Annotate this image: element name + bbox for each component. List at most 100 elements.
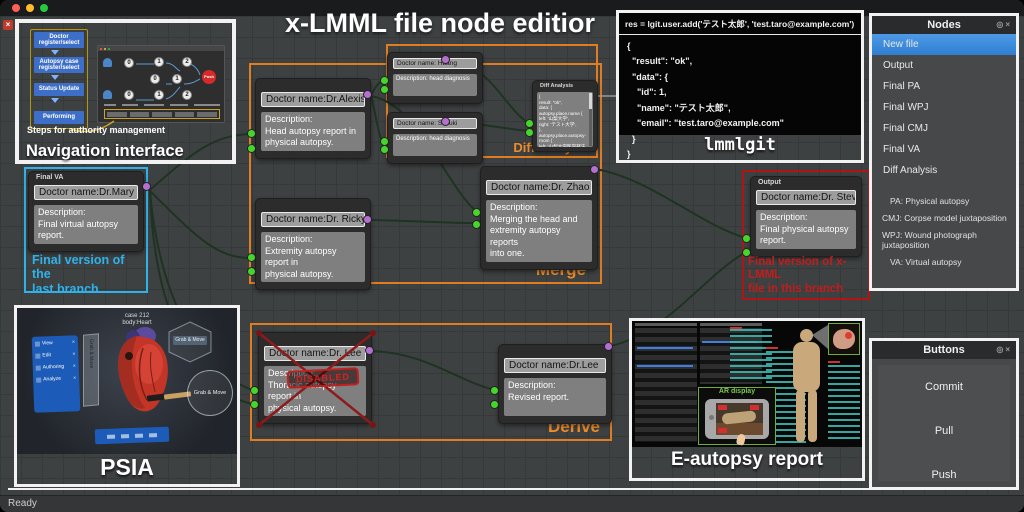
- node-final-va-title: Final VA: [36, 174, 63, 181]
- nodes-item-new-file[interactable]: New file: [872, 34, 1016, 55]
- port-in-lee-disabled-2[interactable]: [250, 400, 259, 409]
- app-window: x-LMML file node editior × Merge Diff an…: [0, 0, 1024, 512]
- port-in-lee-1[interactable]: [490, 386, 499, 395]
- nodes-item-final-wpj[interactable]: Final WPJ: [872, 97, 1016, 118]
- push-button[interactable]: Push: [872, 469, 1016, 481]
- grab-move-label: Grab & Move: [173, 336, 207, 345]
- ricky-doctor-field[interactable]: Doctor name:Dr. Ricky: [261, 212, 365, 227]
- step-doctor-register: Doctor register/select: [34, 32, 84, 48]
- huang-doctor-field[interactable]: Doctor name: Huang: [393, 58, 477, 69]
- psia-scene: case 212 body:Heart View× Edit× Authorin…: [17, 308, 237, 454]
- port-in-lee-disabled-1[interactable]: [250, 386, 259, 395]
- lee-desc-field[interactable]: Description: Revised report.: [504, 378, 606, 416]
- zhao-desc-field[interactable]: Description: Merging the head and extrem…: [486, 200, 592, 262]
- magnifier-lens[interactable]: Grab & Move: [187, 370, 233, 416]
- port-in-suzuki-2[interactable]: [380, 145, 389, 154]
- eautopsy-screenshot: AR display: [632, 321, 862, 447]
- panel-target-icon[interactable]: ◎: [996, 20, 1005, 29]
- close-window-icon[interactable]: [12, 4, 20, 12]
- form-panel-left: [635, 328, 697, 442]
- minimize-window-icon[interactable]: [26, 4, 34, 12]
- diff-node-scrollbar[interactable]: [589, 93, 592, 146]
- port-out-lee[interactable]: [604, 342, 613, 351]
- zhao-doctor-field[interactable]: Doctor name:Dr. Zhao: [486, 180, 592, 195]
- port-in-zhao-1[interactable]: [472, 208, 481, 217]
- port-in-diff-2[interactable]: [525, 128, 534, 137]
- port-out-ricky[interactable]: [363, 215, 372, 224]
- node-diff-analysis[interactable]: Diff Analysis { result: "ok", data: { au…: [532, 80, 598, 152]
- pull-button[interactable]: Pull: [872, 425, 1016, 437]
- node-lee[interactable]: Doctor name:Dr.Lee Description: Revised …: [498, 344, 612, 424]
- node-huang[interactable]: Doctor name: Huang Description: head dia…: [387, 52, 483, 104]
- nodes-item-diff-analysis[interactable]: Diff Analysis: [872, 160, 1016, 181]
- node-output[interactable]: Output Doctor name:Dr. Steve Description…: [750, 176, 862, 257]
- port-in-lee-2[interactable]: [490, 400, 499, 409]
- port-in-huang-2[interactable]: [380, 85, 389, 94]
- commit-circle: 2: [182, 57, 192, 67]
- node-lee-disabled[interactable]: Doctor name:Dr. Lee Description: Thoraci…: [258, 332, 372, 424]
- port-in-alexis-2[interactable]: [247, 144, 256, 153]
- navigation-interface-panel: Doctor register/select Autopsy case regi…: [15, 19, 236, 164]
- body-model-head: [800, 329, 813, 342]
- port-in-huang-1[interactable]: [380, 76, 389, 85]
- node-canvas[interactable]: x-LMML file node editior × Merge Diff an…: [0, 16, 1024, 495]
- steps-caption: Steps for authority management: [27, 126, 177, 136]
- wound-inset: [828, 323, 860, 355]
- x-mark-icon: ×: [72, 351, 75, 357]
- lmmlgit-terminal[interactable]: res = lgit.user.add('テスト太郎', 'test.taro@…: [619, 13, 861, 135]
- port-in-output-2[interactable]: [742, 248, 751, 257]
- legend-va: VA: Virtual autopsy: [882, 257, 1016, 267]
- commit-circle: 1: [154, 90, 164, 100]
- huang-desc-field[interactable]: Description: head diagnosis: [393, 74, 477, 96]
- vr-menu-edit: Edit: [42, 351, 70, 358]
- node-ricky[interactable]: Doctor name:Dr. Ricky Description: Extre…: [255, 198, 371, 290]
- alexis-doctor-field[interactable]: Doctor name:Dr.Alexis: [261, 92, 365, 107]
- output-desc-field[interactable]: Description: Final physical autopsy repo…: [756, 210, 856, 249]
- panel-close-icon[interactable]: ×: [1005, 20, 1012, 29]
- suzuki-desc-field[interactable]: Description: head diagnosis: [393, 134, 477, 156]
- ar-display-box: AR display: [698, 387, 776, 445]
- port-out-huang[interactable]: [441, 55, 450, 64]
- suzuki-doctor-field[interactable]: Doctor name: Suzuki: [393, 118, 477, 129]
- port-out-alexis[interactable]: [363, 90, 372, 99]
- maximize-window-icon[interactable]: [40, 4, 48, 12]
- port-out-final-va[interactable]: [142, 182, 151, 191]
- port-out-lee-disabled[interactable]: [365, 346, 374, 355]
- nodes-item-final-cmj[interactable]: Final CMJ: [872, 118, 1016, 139]
- buttons-panel-header: Buttons ◎×: [872, 341, 1016, 359]
- node-zhao[interactable]: Doctor name:Dr. Zhao Description: Mergin…: [480, 166, 598, 270]
- nodes-item-final-pa[interactable]: Final PA: [872, 76, 1016, 97]
- ricky-desc-field[interactable]: Description: Extremity autopsy report in…: [261, 232, 365, 282]
- final-va-annotation-box: Final VA Doctor name:Dr.Mary Description…: [24, 167, 148, 293]
- final-va-doctor-field[interactable]: Doctor name:Dr.Mary: [34, 185, 138, 200]
- doctor-avatar-icon: [103, 58, 112, 67]
- commit-button[interactable]: Commit: [872, 381, 1016, 393]
- close-tab-icon[interactable]: ×: [3, 20, 13, 30]
- grab-move-label: Grab & Move: [194, 390, 226, 396]
- port-in-ricky-1[interactable]: [247, 253, 256, 262]
- port-in-zhao-2[interactable]: [472, 220, 481, 229]
- port-in-output-1[interactable]: [742, 234, 751, 243]
- lmmlgit-command: res = lgit.user.add('テスト太郎', 'test.taro@…: [619, 13, 861, 35]
- nodes-item-output[interactable]: Output: [872, 55, 1016, 76]
- slider[interactable]: [637, 347, 693, 349]
- lee-doctor-field[interactable]: Doctor name:Dr.Lee: [504, 358, 606, 373]
- nodes-item-final-va[interactable]: Final VA: [872, 139, 1016, 160]
- node-final-va[interactable]: Final VA Doctor name:Dr.Mary Description…: [28, 171, 144, 252]
- port-out-suzuki[interactable]: [441, 117, 450, 126]
- panel-target-icon[interactable]: ◎: [996, 345, 1005, 354]
- port-in-ricky-2[interactable]: [247, 267, 256, 276]
- final-va-desc-field[interactable]: Description: Final virtual autopsy repor…: [34, 205, 138, 244]
- alexis-desc-field[interactable]: Description: Head autopsy report in phys…: [261, 112, 365, 151]
- disabled-stamp: DISABLED: [287, 367, 360, 389]
- port-out-zhao[interactable]: [590, 165, 599, 174]
- node-alexis[interactable]: Doctor name:Dr.Alexis Description: Head …: [255, 78, 371, 159]
- output-doctor-field[interactable]: Doctor name:Dr. Steve: [756, 190, 856, 205]
- slider[interactable]: [637, 365, 693, 367]
- node-suzuki[interactable]: Doctor name: Suzuki Description: head di…: [387, 112, 483, 164]
- panel-close-icon[interactable]: ×: [1005, 345, 1012, 354]
- eautopsy-label: E-autopsy report: [632, 449, 862, 471]
- vr-menu-analyze: Analyze: [43, 375, 71, 382]
- port-in-alexis-1[interactable]: [247, 129, 256, 138]
- port-in-diff-1[interactable]: [525, 119, 534, 128]
